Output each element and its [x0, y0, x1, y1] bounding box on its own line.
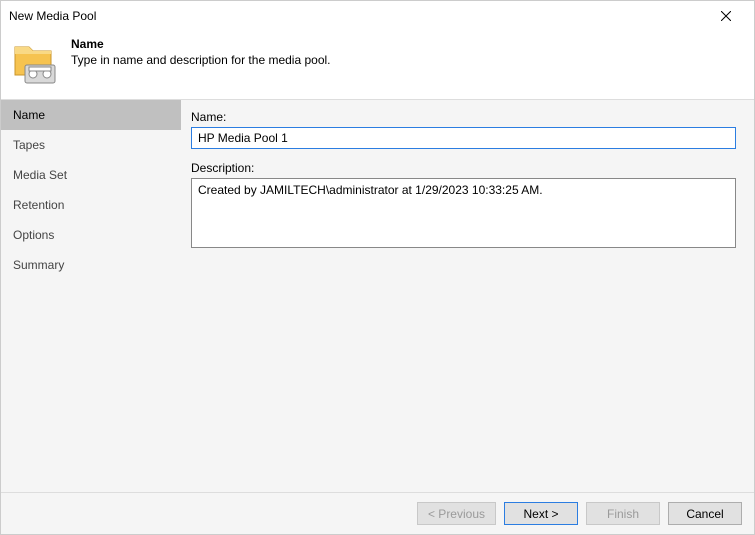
media-pool-icon [11, 37, 59, 85]
header-subtitle: Type in name and description for the med… [71, 53, 331, 67]
sidebar-item-summary[interactable]: Summary [1, 250, 181, 280]
wizard-footer: < Previous Next > Finish Cancel [1, 492, 754, 534]
wizard-main: Name: Description: [181, 100, 754, 492]
sidebar-item-options[interactable]: Options [1, 220, 181, 250]
name-input[interactable] [191, 127, 736, 149]
wizard-body: Name Tapes Media Set Retention Options S… [1, 99, 754, 492]
finish-button: Finish [586, 502, 660, 525]
titlebar: New Media Pool [1, 1, 754, 31]
close-button[interactable] [706, 1, 746, 31]
close-icon [721, 11, 731, 21]
wizard-sidebar: Name Tapes Media Set Retention Options S… [1, 100, 181, 492]
sidebar-item-name[interactable]: Name [1, 100, 181, 130]
cancel-button[interactable]: Cancel [668, 502, 742, 525]
wizard-window: New Media Pool Name Type in name and des… [0, 0, 755, 535]
description-textarea[interactable] [191, 178, 736, 248]
sidebar-item-tapes[interactable]: Tapes [1, 130, 181, 160]
name-label: Name: [191, 110, 736, 124]
header-text: Name Type in name and description for th… [71, 37, 331, 67]
sidebar-item-media-set[interactable]: Media Set [1, 160, 181, 190]
description-label: Description: [191, 161, 736, 175]
previous-button: < Previous [417, 502, 496, 525]
header-title: Name [71, 37, 331, 51]
next-button[interactable]: Next > [504, 502, 578, 525]
window-title: New Media Pool [9, 9, 706, 23]
wizard-header: Name Type in name and description for th… [1, 31, 754, 99]
sidebar-item-retention[interactable]: Retention [1, 190, 181, 220]
